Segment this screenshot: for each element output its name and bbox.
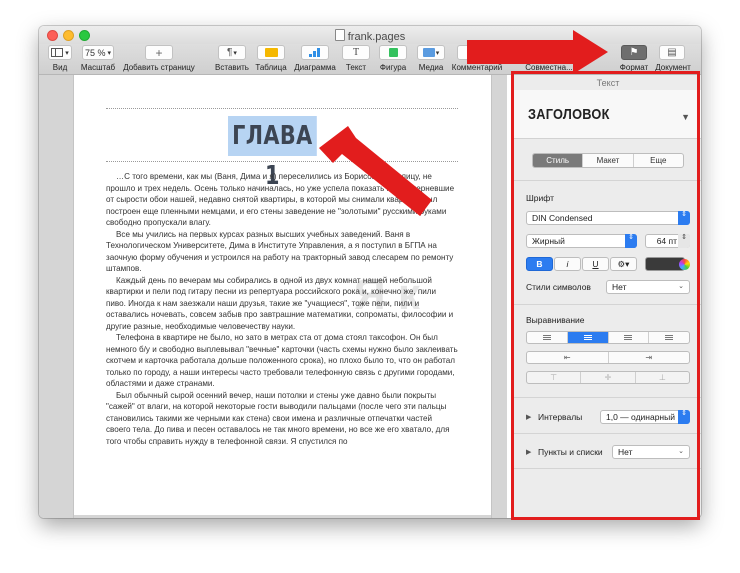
arrow-to-format-button (467, 30, 608, 74)
annotation-arrows (319, 30, 608, 216)
arrow-to-heading (319, 126, 432, 216)
